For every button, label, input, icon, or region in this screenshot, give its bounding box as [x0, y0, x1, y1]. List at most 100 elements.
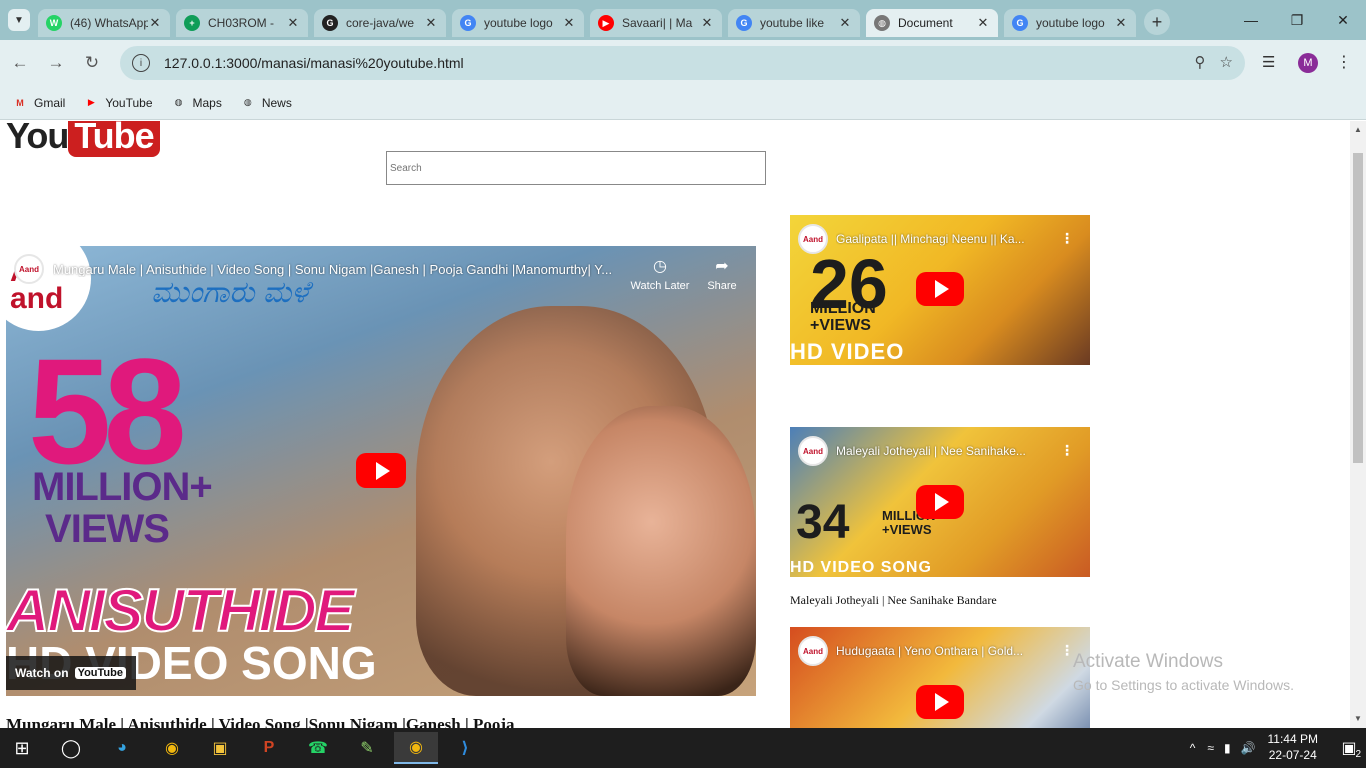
channel-avatar[interactable]: Aand: [798, 436, 828, 466]
play-icon: [934, 280, 949, 298]
tab-0[interactable]: W (46) WhatsApp ✕: [38, 9, 170, 37]
share-label: Share: [707, 280, 737, 292]
play-button[interactable]: [916, 272, 964, 306]
whatsapp-app[interactable]: ☎: [296, 732, 340, 764]
tab-7[interactable]: Gyoutube logo ✕: [1004, 9, 1136, 37]
clock-icon: ◷: [653, 258, 667, 275]
video-title[interactable]: Maleyali Jotheyali | Nee Sanihake...: [836, 444, 1051, 458]
close-tab-icon[interactable]: ✕: [424, 15, 438, 31]
close-tab-icon[interactable]: ✕: [838, 15, 852, 31]
github-icon: G: [322, 15, 338, 31]
scroll-down-icon[interactable]: ▼: [1350, 712, 1366, 726]
clock[interactable]: 11:44 PM 22-07-24: [1268, 732, 1318, 763]
play-icon: [375, 461, 390, 480]
chevron-up-icon[interactable]: ^: [1190, 741, 1196, 755]
watch-later-button[interactable]: ◷ Watch Later: [630, 256, 690, 292]
scrollbar-thumb[interactable]: [1353, 153, 1363, 463]
video-title[interactable]: Gaalipata || Minchagi Neenu || Ka...: [836, 232, 1046, 246]
main-video-embed[interactable]: Aand ಮುಂಗಾರು ಮಳೆ 58 MILLION+ VIEWS ANISU…: [6, 246, 756, 696]
youtube-logo[interactable]: You Tube: [6, 121, 160, 157]
channel-avatar[interactable]: Aand: [798, 224, 828, 254]
edge-icon: ◕: [117, 739, 127, 756]
channel-avatar[interactable]: Aand: [14, 254, 44, 284]
minimize-button[interactable]: —: [1228, 0, 1274, 40]
thumbnail-views-label: MILLION+ VIEWS: [32, 465, 213, 551]
side-video-embed[interactable]: Aand Hudugaata | Yeno Onthara | Gold... …: [790, 627, 1090, 728]
vscode-app[interactable]: ⟩: [443, 732, 487, 764]
close-tab-icon[interactable]: ✕: [700, 15, 714, 31]
bookmark-maps[interactable]: ◍ Maps: [171, 96, 222, 110]
more-options-icon[interactable]: ⋮: [1060, 642, 1074, 659]
tab-1[interactable]: + CH03ROM - ✕: [176, 9, 308, 37]
tab-search-button[interactable]: ▼: [8, 9, 30, 31]
file-explorer-app[interactable]: ▣: [198, 732, 242, 764]
close-tab-icon[interactable]: ✕: [286, 15, 300, 31]
tab-6[interactable]: ◍ Document ✕: [866, 9, 998, 37]
close-tab-icon[interactable]: ✕: [562, 15, 576, 31]
video-title[interactable]: Mungaru Male | Anisuthide | Video Song |…: [53, 262, 633, 277]
play-button[interactable]: [916, 685, 964, 719]
back-button[interactable]: ←: [4, 47, 36, 79]
volume-icon[interactable]: 🔊: [1241, 741, 1256, 755]
tab-3[interactable]: Gyoutube logo ✕: [452, 9, 584, 37]
thumbnail-person: [566, 406, 756, 696]
page-content: You Tube Aand ಮುಂಗಾರು ಮಳೆ 58 MILLION+ VI…: [0, 121, 1350, 728]
url-text[interactable]: 127.0.0.1:3000/manasi/manasi%20youtube.h…: [164, 55, 464, 71]
thumbnail-song-title: ANISUTHIDE: [6, 576, 356, 645]
search-button[interactable]: ◯: [49, 732, 93, 764]
edge-app[interactable]: ◕: [100, 732, 144, 764]
play-button[interactable]: [916, 485, 964, 519]
tab-2[interactable]: Gcore-java/we ✕: [314, 9, 446, 37]
site-info-icon[interactable]: i: [132, 54, 150, 72]
more-options-icon[interactable]: ⋮: [1060, 442, 1074, 459]
chrome-app[interactable]: ◉: [150, 732, 194, 764]
chrome-profile-app[interactable]: ◉: [394, 732, 438, 764]
more-options-icon[interactable]: ⋮: [1060, 230, 1074, 247]
start-button[interactable]: ⊞: [0, 732, 44, 764]
share-button[interactable]: ➦ Share: [692, 256, 752, 292]
play-icon: [934, 693, 949, 711]
close-window-button[interactable]: ✕: [1320, 0, 1366, 40]
close-tab-icon[interactable]: ✕: [148, 15, 162, 31]
arrow-left-icon: ←: [11, 53, 29, 72]
thumbnail-views-number: 34: [796, 496, 850, 549]
address-bar[interactable]: i 127.0.0.1:3000/manasi/manasi%20youtube…: [120, 46, 1245, 80]
play-button[interactable]: [356, 453, 406, 488]
chrome-icon: ◉: [165, 740, 179, 757]
forward-button[interactable]: →: [40, 47, 72, 79]
zoom-icon[interactable]: ⚲: [1195, 53, 1206, 71]
reload-icon: ↻: [84, 53, 100, 72]
close-tab-icon[interactable]: ✕: [976, 15, 990, 31]
channel-avatar[interactable]: Aand: [798, 636, 828, 666]
bookmark-gmail[interactable]: M Gmail: [12, 96, 65, 110]
notepad-app[interactable]: ✎: [345, 732, 389, 764]
bookmark-star-icon[interactable]: ☆: [1220, 53, 1233, 71]
scroll-up-icon[interactable]: ▲: [1350, 123, 1366, 137]
side-video-embed[interactable]: 34 MILLION +VIEWS HD VIDEO SONG Aand Mal…: [790, 427, 1090, 577]
notification-button[interactable]: ▣ 2: [1332, 728, 1366, 768]
tab-title: core-java/we: [346, 16, 415, 30]
close-tab-icon[interactable]: ✕: [1114, 15, 1128, 31]
tab-strip: ▼ W (46) WhatsApp ✕ + CH03ROM - ✕ Gcore-java/…: [0, 0, 1366, 40]
wifi-icon[interactable]: ≈: [1207, 741, 1214, 755]
battery-icon[interactable]: ▮: [1224, 741, 1231, 755]
tab-5[interactable]: Gyoutube like ✕: [728, 9, 860, 37]
restore-button[interactable]: ❐: [1274, 0, 1320, 40]
profile-avatar[interactable]: M: [1298, 53, 1318, 73]
side-video-embed[interactable]: 26 MILLION +VIEWS HD VIDEO Aand Gaalipat…: [790, 215, 1090, 365]
google-icon: G: [736, 15, 752, 31]
powerpoint-app[interactable]: P: [247, 732, 291, 764]
watch-on-youtube-button[interactable]: Watch on YouTube: [6, 656, 136, 690]
bookmark-youtube[interactable]: ▶ YouTube: [83, 96, 153, 110]
tab-4[interactable]: ▶ Savaari| | Ma ✕: [590, 9, 722, 37]
new-tab-button[interactable]: +: [1144, 9, 1170, 35]
tab-title: (46) WhatsApp: [70, 16, 148, 30]
page-scrollbar[interactable]: ▲ ▼: [1350, 121, 1366, 728]
media-controls-icon[interactable]: ☰: [1262, 53, 1275, 71]
bookmark-news[interactable]: ◍ News: [240, 96, 292, 110]
arrow-right-icon: →: [47, 53, 65, 72]
reload-button[interactable]: ↻: [76, 47, 108, 79]
search-input[interactable]: [386, 151, 766, 185]
video-title[interactable]: Hudugaata | Yeno Onthara | Gold...: [836, 644, 1051, 658]
menu-kebab-icon[interactable]: ⋮: [1336, 52, 1352, 72]
